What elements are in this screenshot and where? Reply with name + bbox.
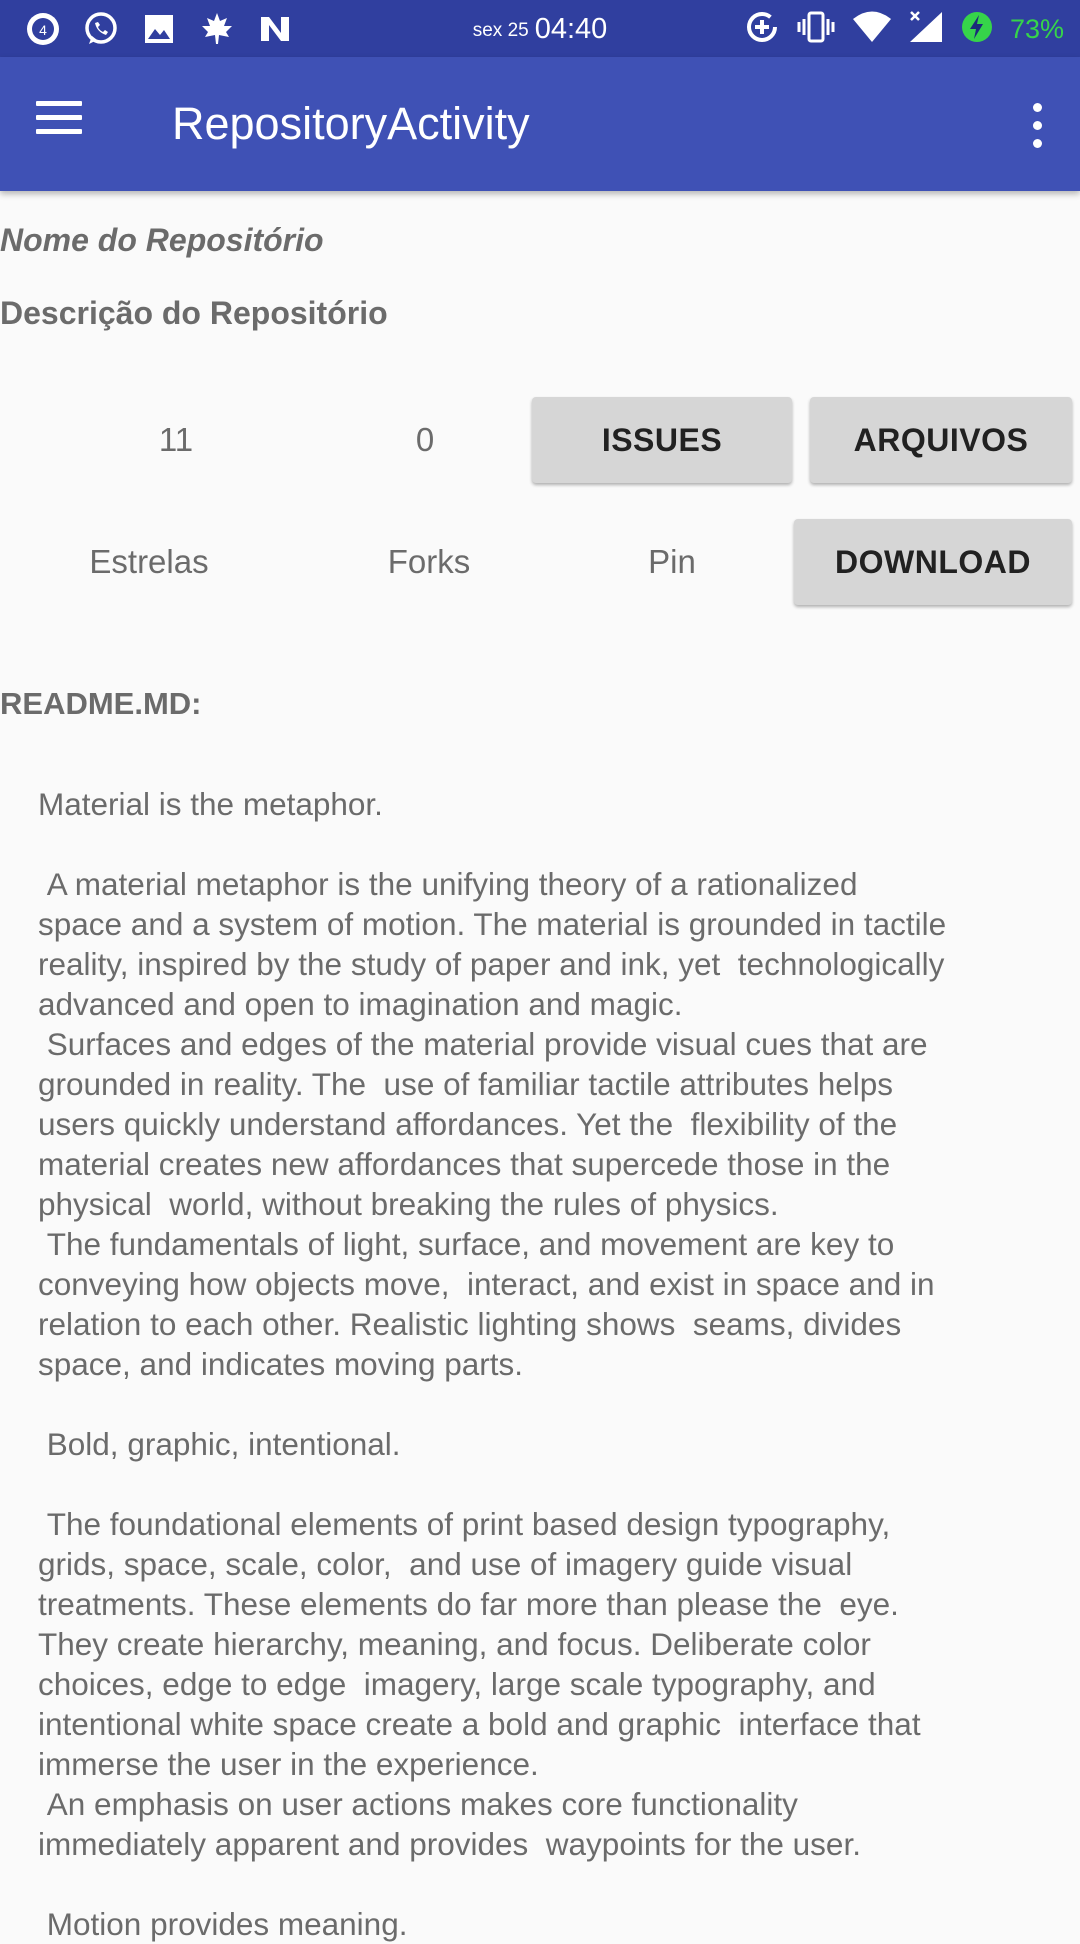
readme-line: Motion provides meaning. bbox=[38, 1906, 408, 1942]
repository-description: Descrição do Repositório bbox=[0, 295, 388, 331]
data-saver-icon bbox=[744, 9, 780, 50]
readme-line: conveying how objects move, interact, an… bbox=[38, 1266, 935, 1302]
readme-line: space and a system of motion. The materi… bbox=[38, 906, 947, 942]
readme-line: reality, inspired by the study of paper … bbox=[38, 946, 945, 982]
more-vert-icon-dot bbox=[1032, 138, 1042, 148]
readme-line bbox=[38, 1384, 1068, 1424]
readme-line: grounded in reality. The use of familiar… bbox=[38, 1066, 894, 1102]
forks-count: 0 bbox=[415, 421, 435, 458]
forks-label: Forks bbox=[387, 543, 471, 580]
vibrate-icon bbox=[796, 9, 836, 50]
page-title: RepositoryActivity bbox=[172, 98, 530, 149]
hamburger-icon bbox=[36, 101, 82, 106]
readme-line: The foundational elements of print based… bbox=[38, 1506, 891, 1542]
hamburger-icon-bar bbox=[36, 115, 82, 120]
more-vert-icon-dot bbox=[1032, 120, 1042, 130]
battery-charging-icon bbox=[960, 10, 994, 49]
readme-content: Material is the metaphor. A material met… bbox=[38, 784, 1068, 1944]
readme-line: advanced and open to imagination and mag… bbox=[38, 986, 683, 1022]
repository-name: Nome do Repositório bbox=[0, 222, 324, 258]
readme-line: relation to each other. Realistic lighti… bbox=[38, 1306, 902, 1342]
readme-line: immediately apparent and provides waypoi… bbox=[38, 1826, 861, 1862]
pin-label: Pin bbox=[648, 543, 696, 580]
no-signal-icon bbox=[908, 10, 944, 49]
readme-line: choices, edge to edge imagery, large sca… bbox=[38, 1666, 876, 1702]
readme-line bbox=[38, 1464, 1068, 1504]
wifi-icon bbox=[852, 10, 892, 49]
battery-percent: 73% bbox=[1009, 13, 1064, 44]
status-bar: 4 sex 25 04:40 73% bbox=[0, 0, 1080, 57]
readme-line: Material is the metaphor. bbox=[38, 786, 383, 822]
readme-line bbox=[38, 1864, 1068, 1904]
readme-line: immerse the user in the experience. bbox=[38, 1746, 539, 1782]
readme-line: treatments. These elements do far more t… bbox=[38, 1586, 899, 1622]
readme-line: physical world, without breaking the rul… bbox=[38, 1186, 779, 1222]
readme-line bbox=[38, 824, 1068, 864]
readme-line: users quickly understand affordances. Ye… bbox=[38, 1106, 898, 1142]
download-button[interactable]: DOWNLOAD bbox=[794, 519, 1072, 605]
status-bar-system-icons: 73% bbox=[744, 9, 1064, 49]
readme-line: They create hierarchy, meaning, and focu… bbox=[38, 1626, 871, 1662]
hamburger-icon-bar bbox=[36, 129, 82, 134]
readme-line: Bold, graphic, intentional. bbox=[38, 1426, 401, 1462]
readme-line: An emphasis on user actions makes core f… bbox=[38, 1786, 798, 1822]
readme-line: grids, space, scale, color, and use of i… bbox=[38, 1546, 853, 1582]
readme-line: intentional white space create a bold an… bbox=[38, 1706, 921, 1742]
readme-label: README.MD: bbox=[0, 686, 202, 721]
readme-line: The fundamentals of light, surface, and … bbox=[38, 1226, 895, 1262]
status-time: 04:40 bbox=[534, 13, 608, 45]
app-bar: RepositoryActivity bbox=[0, 57, 1080, 191]
overflow-menu-button[interactable] bbox=[1014, 93, 1060, 157]
menu-button[interactable] bbox=[36, 101, 98, 149]
arquivos-button[interactable]: ARQUIVOS bbox=[810, 397, 1072, 483]
stars-count: 11 bbox=[158, 421, 194, 458]
more-vert-icon bbox=[1032, 102, 1042, 112]
readme-line: space, and indicates moving parts. bbox=[38, 1346, 524, 1382]
readme-line: material creates new affordances that su… bbox=[38, 1146, 891, 1182]
issues-button[interactable]: ISSUES bbox=[532, 397, 792, 483]
readme-line: Surfaces and edges of the material provi… bbox=[38, 1026, 928, 1062]
stars-label: Estrelas bbox=[89, 543, 209, 580]
status-date: sex 25 bbox=[472, 20, 529, 41]
readme-line: A material metaphor is the unifying theo… bbox=[38, 866, 858, 902]
